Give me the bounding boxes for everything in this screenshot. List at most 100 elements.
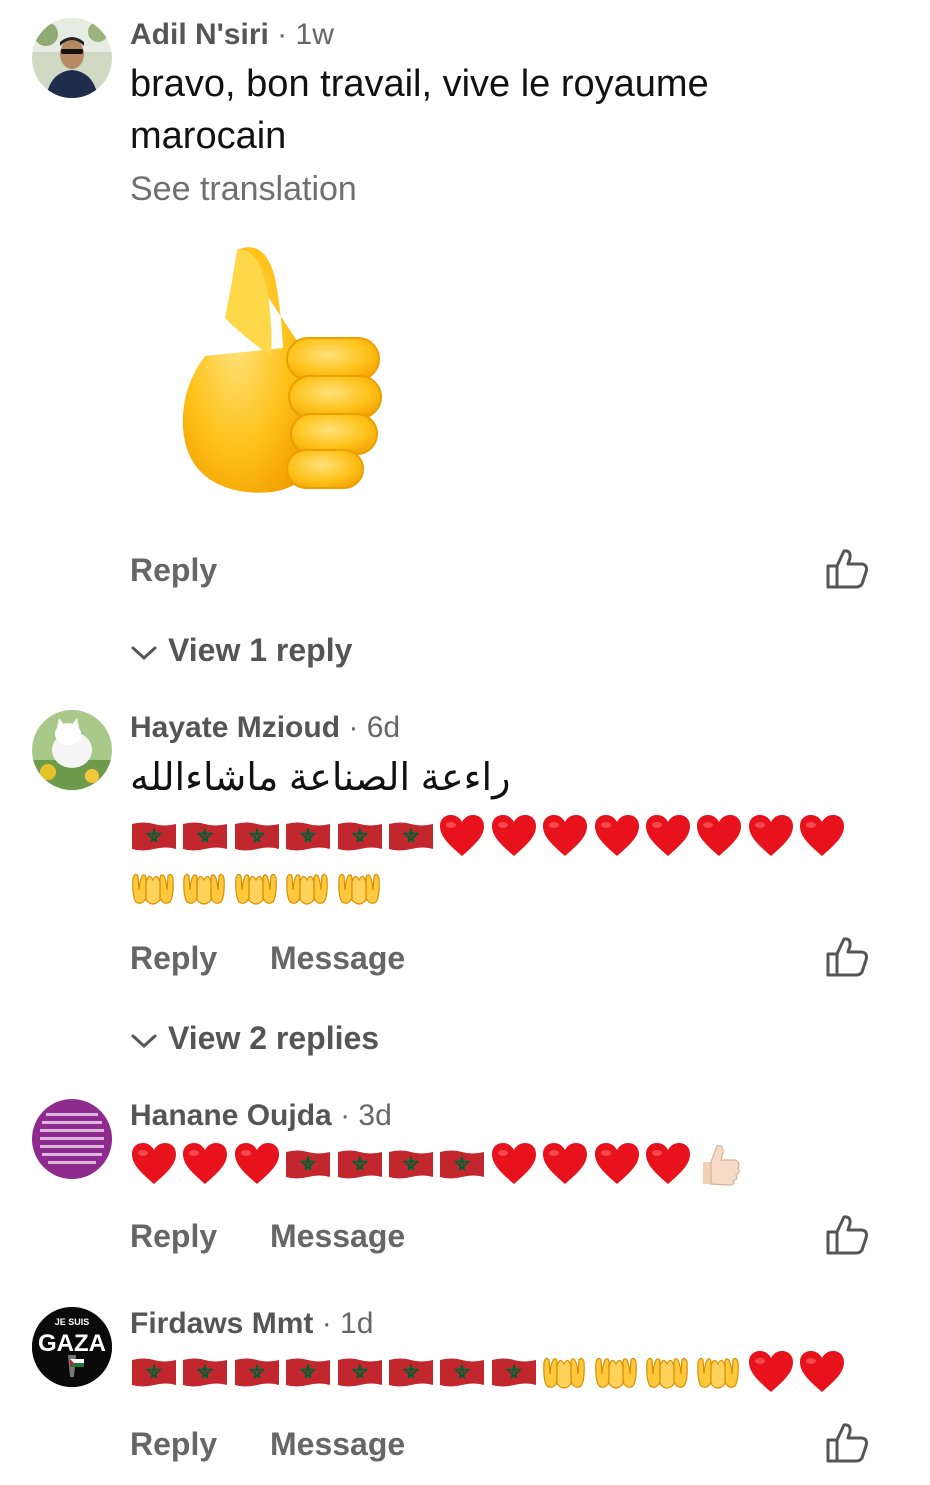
- separator-dot: ·: [321, 1307, 332, 1340]
- morocco-flag-icon: [387, 1348, 435, 1396]
- author-name[interactable]: Firdaws Mmt: [130, 1307, 313, 1340]
- morocco-flag-icon: [284, 812, 332, 860]
- red-heart-icon: [490, 1140, 538, 1188]
- message-button[interactable]: Message: [270, 1218, 405, 1255]
- emoji-row: [130, 1346, 849, 1398]
- avatar-firdaws[interactable]: JE SUIS GAZA: [32, 1307, 112, 1387]
- morocco-flag-icon: [387, 812, 435, 860]
- red-heart-icon: [593, 1140, 641, 1188]
- palms-up-hands-icon: [644, 1352, 690, 1392]
- emoji-row: [130, 1138, 747, 1190]
- red-heart-icon: [798, 1348, 846, 1396]
- palms-up-hands-icon: [233, 868, 279, 908]
- red-heart-icon: [490, 812, 538, 860]
- palms-up-hands-icon: [695, 1352, 741, 1392]
- view-replies-button[interactable]: View 2 replies: [130, 1020, 379, 1057]
- comment-header: Adil N'siri · 1w: [130, 20, 334, 50]
- palms-up-hands-icon: [181, 868, 227, 908]
- red-heart-icon: [747, 812, 795, 860]
- red-heart-icon: [541, 812, 589, 860]
- chevron-down-icon: [130, 644, 158, 662]
- avatar-adil[interactable]: [32, 18, 112, 98]
- avatar-hayate[interactable]: [32, 710, 112, 790]
- morocco-flag-icon: [130, 812, 178, 860]
- comment-header: Hanane Oujda · 3d: [130, 1101, 392, 1131]
- red-heart-icon: [438, 812, 486, 860]
- morocco-flag-icon: [387, 1140, 435, 1188]
- red-heart-icon: [695, 812, 743, 860]
- palms-up-hands-icon: [593, 1352, 639, 1392]
- morocco-flag-icon: [284, 1348, 332, 1396]
- comment-actions: Reply Message: [130, 1426, 405, 1463]
- palms-up-hands-icon: [284, 868, 330, 908]
- like-icon[interactable]: [824, 934, 870, 980]
- like-icon[interactable]: [824, 546, 870, 592]
- view-replies-label: View 2 replies: [168, 1020, 380, 1056]
- like-icon[interactable]: [824, 1420, 870, 1466]
- like-icon[interactable]: [824, 1212, 870, 1258]
- comment-text: راءعة الصناعة ماشاءالله: [130, 757, 511, 799]
- author-name[interactable]: Adil N'siri: [130, 18, 269, 51]
- morocco-flag-icon: [490, 1348, 538, 1396]
- reply-button[interactable]: Reply: [130, 1426, 217, 1462]
- red-heart-icon: [798, 812, 846, 860]
- red-heart-icon: [181, 1140, 229, 1188]
- morocco-flag-icon: [181, 812, 229, 860]
- timestamp[interactable]: 6d: [367, 711, 400, 744]
- comment-header: Firdaws Mmt · 1d: [130, 1309, 373, 1339]
- avatar-arabic-text-icon: [32, 1099, 112, 1179]
- comment-actions: Reply Message: [130, 1218, 405, 1255]
- palms-up-hands-icon: [336, 868, 382, 908]
- separator-dot: ·: [348, 711, 359, 744]
- morocco-flag-icon: [181, 1348, 229, 1396]
- message-button[interactable]: Message: [270, 1426, 405, 1463]
- avatar-photo-icon: [32, 18, 112, 98]
- timestamp[interactable]: 1w: [296, 18, 334, 51]
- avatar-caption: JE SUIS: [55, 1317, 90, 1327]
- morocco-flag-icon: [130, 1348, 178, 1396]
- morocco-flag-icon: [336, 1348, 384, 1396]
- reply-button[interactable]: Reply: [130, 552, 217, 588]
- timestamp[interactable]: 3d: [358, 1099, 391, 1132]
- morocco-flag-icon: [438, 1348, 486, 1396]
- author-name[interactable]: Hanane Oujda: [130, 1099, 332, 1132]
- emoji-row: [130, 862, 387, 914]
- morocco-flag-icon: [336, 1140, 384, 1188]
- comment-actions: Reply: [130, 552, 217, 589]
- thumbs-up-sticker-icon: [182, 247, 382, 493]
- view-replies-button[interactable]: View 1 reply: [130, 632, 352, 669]
- separator-dot: ·: [277, 18, 288, 51]
- avatar-hanane[interactable]: [32, 1099, 112, 1179]
- message-button[interactable]: Message: [270, 940, 405, 977]
- comment-text: bravo, bon travail, vive le royaume maro…: [130, 63, 709, 157]
- red-heart-icon: [644, 812, 692, 860]
- emoji-row: [130, 810, 849, 862]
- see-translation-link[interactable]: See translation: [130, 170, 357, 209]
- morocco-flag-icon: [284, 1140, 332, 1188]
- red-heart-icon: [233, 1140, 281, 1188]
- red-heart-icon: [541, 1140, 589, 1188]
- red-heart-icon: [644, 1140, 692, 1188]
- avatar-photo-icon: [32, 710, 112, 790]
- morocco-flag-icon: [438, 1140, 486, 1188]
- comment-actions: Reply Message: [130, 940, 405, 977]
- comment-header: Hayate Mzioud · 6d: [130, 713, 400, 743]
- palms-up-hands-icon: [130, 868, 176, 908]
- thumbs-up-icon: [695, 1140, 743, 1188]
- reply-button[interactable]: Reply: [130, 940, 217, 976]
- morocco-flag-icon: [233, 812, 281, 860]
- separator-dot: ·: [340, 1099, 351, 1132]
- chevron-down-icon: [130, 1032, 158, 1050]
- morocco-flag-icon: [233, 1348, 281, 1396]
- avatar-title: GAZA: [38, 1330, 106, 1357]
- palms-up-hands-icon: [541, 1352, 587, 1392]
- author-name[interactable]: Hayate Mzioud: [130, 711, 340, 744]
- red-heart-icon: [130, 1140, 178, 1188]
- red-heart-icon: [747, 1348, 795, 1396]
- red-heart-icon: [593, 812, 641, 860]
- avatar-je-suis-gaza-icon: JE SUIS GAZA: [32, 1307, 112, 1387]
- view-replies-label: View 1 reply: [168, 632, 353, 668]
- reply-button[interactable]: Reply: [130, 1218, 217, 1254]
- timestamp[interactable]: 1d: [340, 1307, 373, 1340]
- morocco-flag-icon: [336, 812, 384, 860]
